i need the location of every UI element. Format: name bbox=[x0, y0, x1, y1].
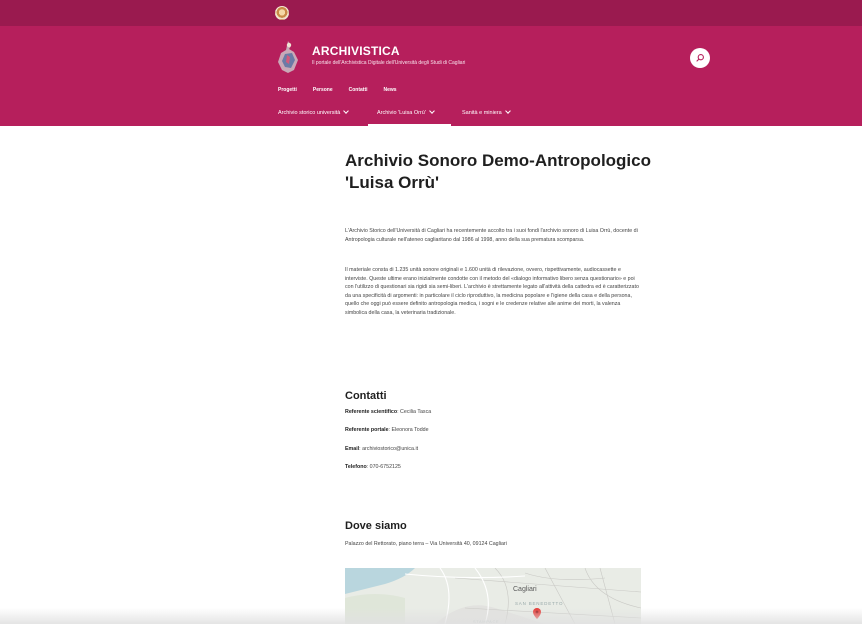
main-nav: Progetti Persone Contatti News bbox=[278, 87, 413, 93]
active-tab-indicator bbox=[368, 124, 451, 126]
nav-item-progetti[interactable]: Progetti bbox=[278, 87, 297, 93]
archivistica-logo-icon[interactable] bbox=[276, 40, 300, 74]
nav-item-persone[interactable]: Persone bbox=[313, 87, 333, 93]
referente-portale-value: : Eleonora Todde bbox=[388, 427, 429, 433]
email: Email: archiviostorico@unica.it bbox=[345, 446, 418, 452]
subnav-archivio-storico[interactable]: Archivio storico università bbox=[278, 108, 350, 116]
nav-item-news[interactable]: News bbox=[384, 87, 397, 93]
page-title: Archivio Sonoro Demo-Antropologico 'Luis… bbox=[345, 151, 651, 192]
dove-siamo-heading: Dove siamo bbox=[345, 520, 407, 532]
chevron-down-icon bbox=[429, 108, 435, 114]
subnav-label: Sanità e miniera bbox=[462, 110, 502, 116]
subnav-sanita-miniera[interactable]: Sanità e miniera bbox=[462, 108, 511, 116]
map-city-label: Cagliari bbox=[513, 586, 537, 593]
email-value[interactable]: : archiviostorico@unica.it bbox=[359, 446, 418, 452]
nav-item-contatti[interactable]: Contatti bbox=[349, 87, 368, 93]
referente-scientifico-label: Referente scientifico bbox=[345, 409, 398, 415]
subnav-label: Archivio storico università bbox=[278, 110, 341, 116]
top-bar bbox=[0, 0, 862, 26]
browser-bottom-edge bbox=[0, 608, 862, 624]
telefono-label: Telefono bbox=[345, 464, 367, 470]
university-seal-icon[interactable] bbox=[275, 6, 289, 20]
referente-portale-label: Referente portale bbox=[345, 427, 389, 433]
search-button[interactable] bbox=[690, 48, 710, 68]
site-header: ARCHIVISTICA Il portale dell'Archivistic… bbox=[0, 26, 862, 126]
referente-scientifico-value: : Cecilia Tasca bbox=[397, 409, 432, 415]
referente-portale: Referente portale: Eleonora Todde bbox=[345, 427, 429, 433]
email-label: Email bbox=[345, 446, 360, 452]
referente-scientifico: Referente scientifico: Cecilia Tasca bbox=[345, 409, 431, 415]
intro-paragraph: L'Archivio Storico dell'Università di Ca… bbox=[345, 228, 638, 243]
map-district-label: SAN BENEDETTO bbox=[515, 601, 564, 606]
telefono-value: : 070-6752125 bbox=[366, 464, 401, 470]
telefono: Telefono: 070-6752125 bbox=[345, 464, 401, 470]
contatti-heading: Contatti bbox=[345, 390, 387, 402]
chevron-down-icon bbox=[504, 108, 511, 114]
site-subtitle: Il portale dell'Archivistica Digitale de… bbox=[312, 60, 466, 66]
subnav-label: Archivio 'Luisa Orrù' bbox=[377, 110, 426, 116]
description-paragraph: Il materiale consta di 1.235 unità sonor… bbox=[345, 267, 639, 316]
address-text: Palazzo del Rettorato, piano terra – Via… bbox=[345, 541, 507, 547]
chevron-down-icon bbox=[343, 108, 350, 114]
sub-nav: Archivio storico università Archivio 'Lu… bbox=[0, 104, 862, 126]
search-icon bbox=[696, 54, 704, 62]
subnav-archivio-orru[interactable]: Archivio 'Luisa Orrù' bbox=[377, 108, 435, 116]
site-title[interactable]: ARCHIVISTICA bbox=[312, 44, 400, 58]
